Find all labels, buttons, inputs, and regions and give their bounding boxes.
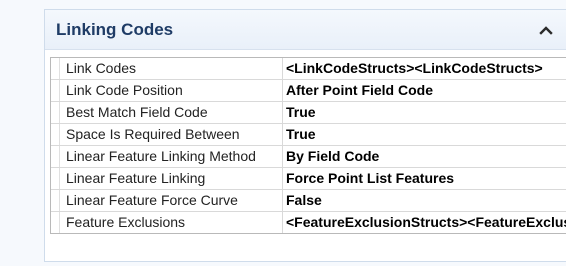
- property-name: Linear Feature Force Curve: [61, 190, 283, 211]
- property-row-force-curve[interactable]: Linear Feature Force Curve False: [51, 190, 566, 212]
- property-name: Linear Feature Linking Method: [61, 146, 283, 167]
- row-gutter: [51, 168, 60, 189]
- property-value[interactable]: By Field Code: [284, 146, 566, 167]
- row-gutter: [51, 146, 60, 167]
- section-header[interactable]: Linking Codes: [45, 10, 566, 50]
- property-value[interactable]: False: [284, 190, 566, 211]
- property-row-linear-feature-linking[interactable]: Linear Feature Linking Force Point List …: [51, 168, 566, 190]
- property-value[interactable]: True: [284, 124, 566, 145]
- property-name: Linear Feature Linking: [61, 168, 283, 189]
- property-row-best-match-field-code[interactable]: Best Match Field Code True: [51, 102, 566, 124]
- property-value[interactable]: <FeatureExclusionStructs><FeatureExclusi…: [284, 212, 566, 233]
- property-name: Link Codes: [61, 58, 283, 79]
- linking-codes-panel: Linking Codes Link Codes <LinkCodeStruct…: [44, 9, 566, 262]
- row-gutter: [51, 80, 60, 101]
- property-row-space-required[interactable]: Space Is Required Between True: [51, 124, 566, 146]
- row-gutter: [51, 58, 60, 79]
- row-gutter: [51, 190, 60, 211]
- property-name: Link Code Position: [61, 80, 283, 101]
- property-name: Feature Exclusions: [61, 212, 283, 233]
- section-title: Linking Codes: [56, 20, 174, 39]
- chevron-up-icon[interactable]: [538, 22, 554, 38]
- property-name: Space Is Required Between: [61, 124, 283, 145]
- property-value[interactable]: <LinkCodeStructs><LinkCodeStructs>: [284, 58, 566, 79]
- property-row-link-code-position[interactable]: Link Code Position After Point Field Cod…: [51, 80, 566, 102]
- property-grid: Link Codes <LinkCodeStructs><LinkCodeStr…: [50, 57, 566, 234]
- property-row-feature-exclusions[interactable]: Feature Exclusions <FeatureExclusionStru…: [51, 212, 566, 234]
- row-gutter: [51, 124, 60, 145]
- property-value[interactable]: True: [284, 102, 566, 123]
- property-grid-window: Linking Codes Link Codes <LinkCodeStruct…: [0, 0, 566, 266]
- property-value[interactable]: Force Point List Features: [284, 168, 566, 189]
- row-gutter: [51, 212, 60, 233]
- property-name: Best Match Field Code: [61, 102, 283, 123]
- property-row-linking-method[interactable]: Linear Feature Linking Method By Field C…: [51, 146, 566, 168]
- row-gutter: [51, 102, 60, 123]
- property-row-link-codes[interactable]: Link Codes <LinkCodeStructs><LinkCodeStr…: [51, 58, 566, 80]
- property-value[interactable]: After Point Field Code: [284, 80, 566, 101]
